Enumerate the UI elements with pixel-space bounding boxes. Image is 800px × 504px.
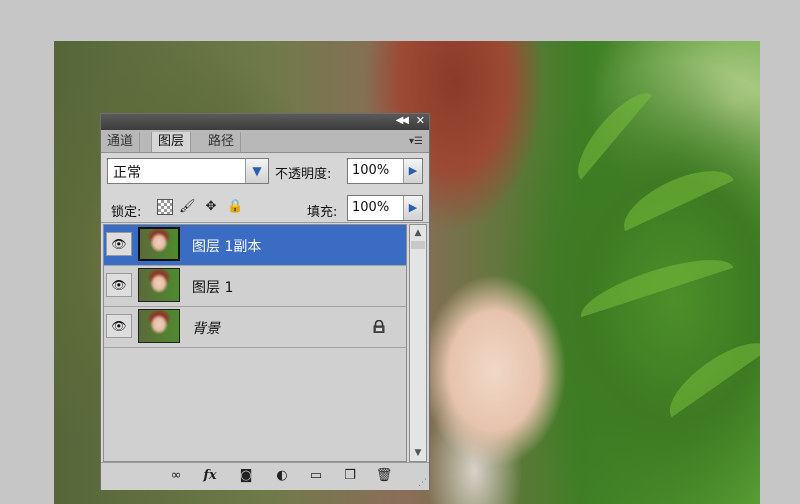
layers-list: 👁 图层 1副本 👁 图层 1 👁 背景 bbox=[103, 224, 407, 462]
trash-icon[interactable]: 🗑 bbox=[375, 467, 393, 485]
blend-mode-value: 正常 bbox=[113, 165, 141, 181]
scroll-down-icon[interactable]: ▼ bbox=[410, 445, 426, 461]
move-icon[interactable]: ✥ bbox=[203, 199, 219, 215]
layers-scrollbar[interactable]: ▲ ▼ bbox=[409, 224, 427, 462]
divider bbox=[101, 222, 429, 223]
layer-row-background[interactable]: 👁 背景 bbox=[104, 307, 406, 348]
opacity-label: 不透明度: bbox=[275, 167, 332, 182]
link-layers-icon[interactable]: ∞ bbox=[167, 467, 185, 485]
layer-thumbnail[interactable] bbox=[138, 309, 180, 343]
layers-panel: ◀◀ ✕ 通道 图层 路径 ▾☰ 正常 ▼ 不透明度: 100% ▶ 锁定: 🖌… bbox=[100, 113, 430, 490]
fill-input[interactable]: 100% ▶ bbox=[347, 195, 423, 221]
layer-name: 图层 1副本 bbox=[192, 239, 262, 255]
chevron-right-icon[interactable]: ▶ bbox=[403, 159, 422, 183]
layer-row-copy[interactable]: 👁 图层 1副本 bbox=[104, 225, 406, 266]
photo-foliage bbox=[565, 82, 653, 180]
fill-value: 100% bbox=[352, 200, 390, 215]
lock-transparency-icon[interactable] bbox=[157, 199, 173, 215]
panel-menu-icon[interactable]: ▾☰ bbox=[409, 136, 423, 147]
eye-icon[interactable]: 👁 bbox=[106, 314, 132, 338]
lock-icon bbox=[373, 320, 385, 333]
scroll-up-icon[interactable]: ▲ bbox=[410, 225, 426, 241]
panel-tabs: 通道 图层 路径 ▾☰ bbox=[101, 130, 429, 153]
layer-name: 背景 bbox=[192, 321, 220, 337]
blend-mode-select[interactable]: 正常 ▼ bbox=[107, 158, 269, 184]
layer-thumbnail[interactable] bbox=[138, 227, 180, 261]
layer-mask-icon[interactable]: ◙ bbox=[237, 467, 255, 485]
lock-all-icon[interactable]: 🔒 bbox=[227, 199, 243, 215]
new-layer-icon[interactable]: ❐ bbox=[341, 467, 359, 485]
adjustment-layer-icon[interactable]: ◐ bbox=[273, 467, 291, 485]
photo-foliage bbox=[574, 246, 734, 318]
panel-title-bar[interactable]: ◀◀ ✕ bbox=[101, 114, 429, 130]
tab-layers[interactable]: 图层 bbox=[151, 132, 192, 152]
photo-foliage bbox=[657, 328, 760, 418]
tab-channels[interactable]: 通道 bbox=[101, 132, 141, 152]
chevron-down-icon[interactable]: ▼ bbox=[245, 159, 268, 183]
folder-icon[interactable]: ▭ bbox=[307, 467, 325, 485]
tab-paths[interactable]: 路径 bbox=[202, 132, 242, 152]
panel-bottom-toolbar: ∞ fx ◙ ◐ ▭ ❐ 🗑 ⋰ bbox=[101, 462, 429, 490]
close-icon[interactable]: ✕ bbox=[416, 114, 425, 127]
blend-opacity-row: 正常 ▼ 不透明度: 100% ▶ bbox=[101, 152, 429, 190]
brush-icon[interactable]: 🖌 bbox=[179, 199, 196, 215]
lock-fill-row: 锁定: 🖌 ✥ 🔒 填充: 100% ▶ bbox=[101, 194, 429, 222]
resize-grip-icon[interactable]: ⋰ bbox=[418, 478, 427, 488]
photo-foliage bbox=[614, 156, 734, 232]
layer-name: 图层 1 bbox=[192, 280, 234, 296]
eye-icon[interactable]: 👁 bbox=[106, 273, 132, 297]
double-chevron-left-icon[interactable]: ◀◀ bbox=[396, 115, 409, 126]
opacity-value: 100% bbox=[352, 163, 390, 178]
chevron-right-icon[interactable]: ▶ bbox=[403, 196, 422, 220]
scroll-thumb[interactable] bbox=[411, 241, 425, 249]
layer-row-1[interactable]: 👁 图层 1 bbox=[104, 266, 406, 307]
opacity-input[interactable]: 100% ▶ bbox=[347, 158, 423, 184]
fx-icon[interactable]: fx bbox=[201, 467, 219, 485]
lock-label: 锁定: bbox=[111, 205, 142, 220]
fill-label: 填充: bbox=[307, 205, 338, 220]
layer-thumbnail[interactable] bbox=[138, 268, 180, 302]
eye-icon[interactable]: 👁 bbox=[106, 232, 132, 256]
